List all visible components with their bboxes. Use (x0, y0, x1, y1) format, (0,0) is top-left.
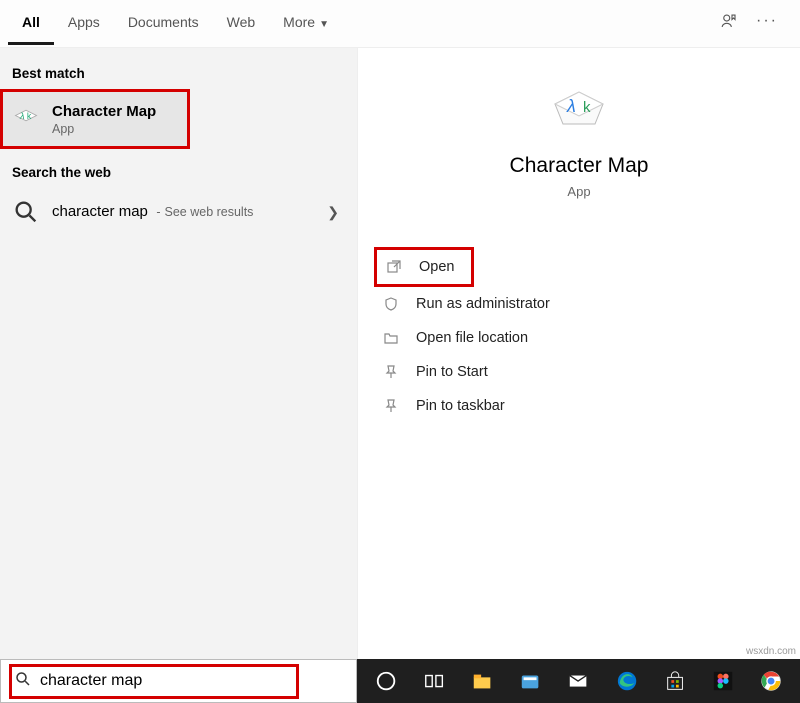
results-panel: Best match λk Character Map App Search t… (0, 48, 357, 659)
file-explorer-icon[interactable] (471, 668, 493, 694)
preview-app-icon: λk (547, 84, 611, 136)
best-match-subtitle: App (52, 122, 178, 136)
web-result-character-map[interactable]: character map -See web results ❯ (0, 188, 357, 236)
svg-text:λ: λ (566, 96, 576, 116)
web-result-subtitle: -See web results (152, 205, 253, 219)
best-match-label: Best match (0, 60, 357, 89)
actions-list: Open Run as administrator Open file loca… (358, 247, 800, 423)
search-filter-tabs: All Apps Documents Web More▼ ··· (0, 0, 800, 48)
cortana-icon[interactable] (375, 668, 397, 694)
action-pin-taskbar-label: Pin to taskbar (416, 398, 505, 414)
web-result-title: character map (52, 203, 148, 220)
pin-icon (382, 364, 400, 380)
tab-more[interactable]: More▼ (269, 2, 343, 45)
action-pin-to-taskbar[interactable]: Pin to taskbar (374, 389, 784, 423)
task-view-icon[interactable] (423, 668, 445, 694)
action-open[interactable]: Open (374, 247, 474, 287)
search-icon (14, 670, 32, 693)
watermark: wsxdn.com (746, 646, 796, 657)
more-options-icon[interactable]: ··· (756, 12, 778, 35)
character-map-icon: λk (12, 105, 40, 133)
edge-icon[interactable] (616, 668, 638, 694)
search-input[interactable] (40, 672, 290, 690)
main-content: Best match λk Character Map App Search t… (0, 48, 800, 659)
tab-web[interactable]: Web (213, 2, 270, 45)
search-bar[interactable] (0, 659, 357, 703)
preview-panel: λk Character Map App Open Run as adminis… (357, 48, 800, 659)
shield-icon (382, 296, 400, 312)
tabs-group: All Apps Documents Web More▼ (8, 2, 343, 45)
search-icon (12, 198, 40, 226)
action-pin-to-start[interactable]: Pin to Start (374, 355, 784, 389)
open-icon (385, 259, 403, 275)
chevron-down-icon: ▼ (319, 19, 329, 30)
chrome-icon[interactable] (760, 668, 782, 694)
preview-title: Character Map (358, 154, 800, 178)
action-open-file-location[interactable]: Open file location (374, 321, 784, 355)
web-result-texts: character map -See web results (52, 203, 315, 221)
topbar-right: ··· (720, 12, 792, 35)
best-match-texts: Character Map App (52, 103, 178, 136)
action-location-label: Open file location (416, 330, 528, 346)
figma-icon[interactable] (712, 668, 734, 694)
store-icon[interactable] (664, 668, 686, 694)
taskbar (357, 659, 800, 703)
feedback-icon[interactable] (720, 12, 738, 35)
app-icon-1[interactable] (519, 668, 541, 694)
preview-subtitle: App (358, 184, 800, 199)
tab-documents[interactable]: Documents (114, 2, 213, 45)
svg-text:λ: λ (19, 111, 25, 122)
search-web-label: Search the web (0, 159, 357, 188)
action-pin-start-label: Pin to Start (416, 364, 488, 380)
action-run-administrator[interactable]: Run as administrator (374, 287, 784, 321)
action-admin-label: Run as administrator (416, 296, 550, 312)
chevron-right-icon: ❯ (327, 204, 345, 221)
svg-text:k: k (583, 99, 591, 116)
tab-apps[interactable]: Apps (54, 2, 114, 45)
best-match-title: Character Map (52, 103, 178, 120)
pin-icon (382, 398, 400, 414)
tab-all[interactable]: All (8, 2, 54, 45)
svg-text:k: k (27, 111, 32, 121)
folder-icon (382, 330, 400, 346)
best-match-character-map[interactable]: λk Character Map App (0, 89, 190, 149)
mail-icon[interactable] (567, 668, 589, 694)
preview-header: λk Character Map App (358, 84, 800, 199)
action-open-label: Open (419, 259, 454, 275)
